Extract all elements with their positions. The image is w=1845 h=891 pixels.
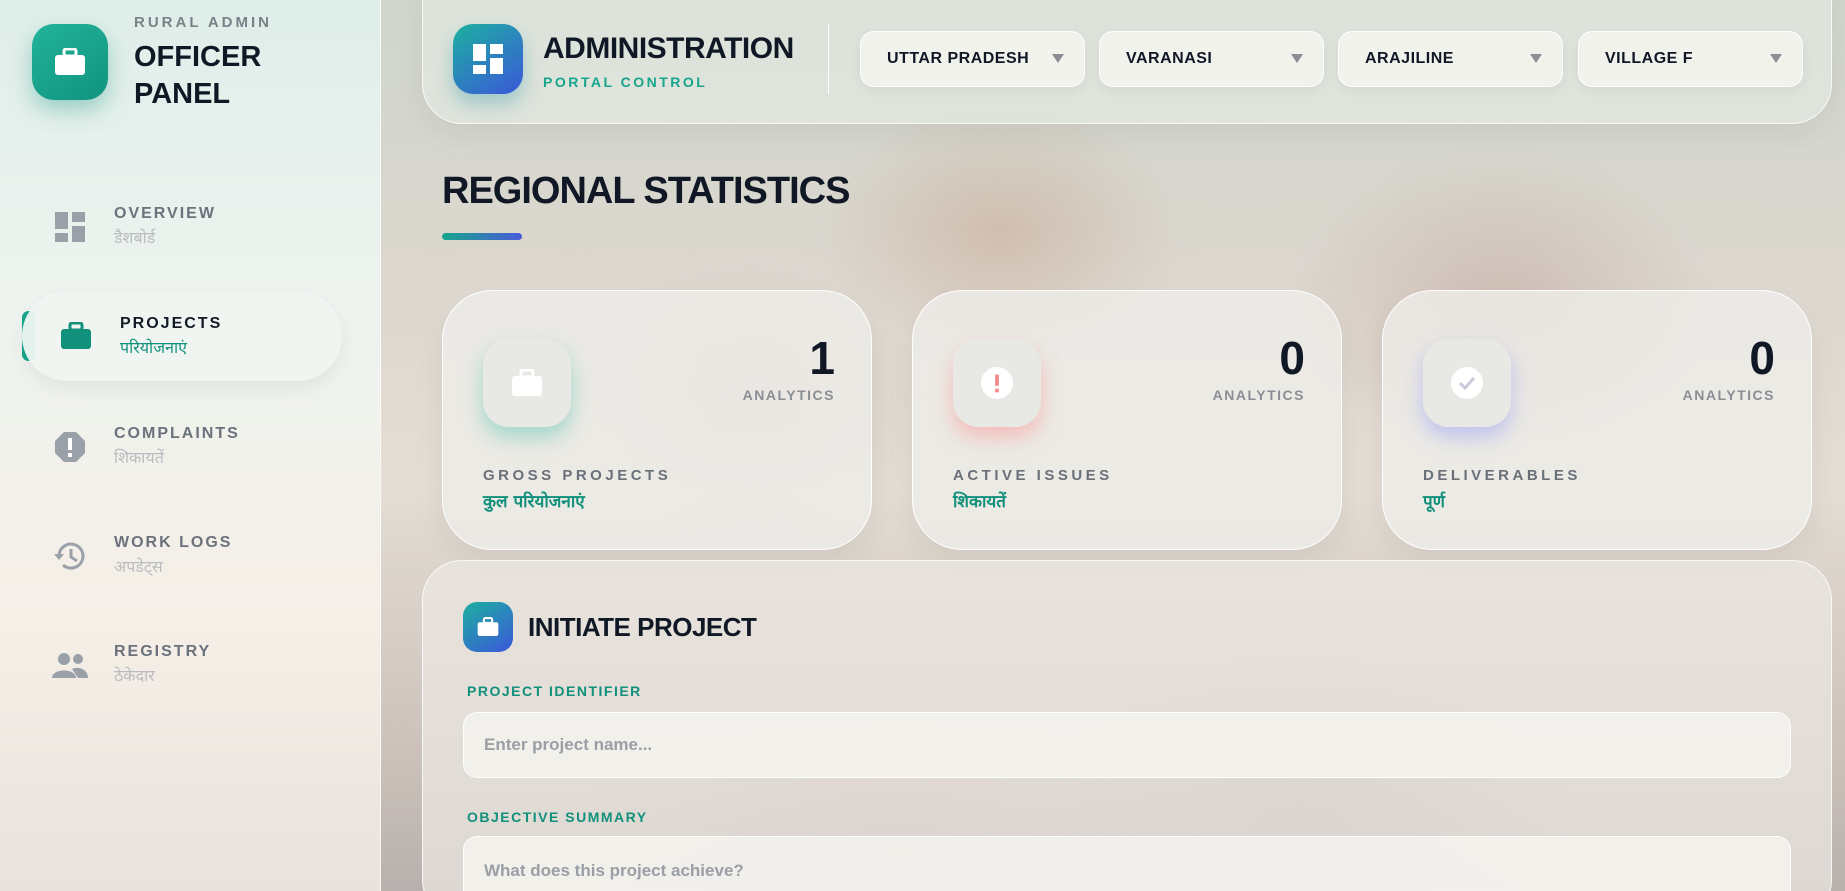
stat-caption: ANALYTICS	[1682, 387, 1775, 403]
stat-hindi: पूर्ण	[1423, 492, 1445, 512]
sidebar-item-label: OVERVIEW	[114, 205, 216, 222]
sidebar-item-registry[interactable]: REGISTRY ठेकेदार	[50, 643, 211, 686]
sidebar-item-overview[interactable]: OVERVIEW डैशबोर्ड	[50, 205, 216, 248]
village-select-value: VILLAGE F	[1605, 50, 1694, 67]
form-title: INITIATE PROJECT	[528, 612, 757, 642]
sidebar-item-hindi: ठेकेदार	[114, 666, 155, 685]
check-icon	[1423, 339, 1511, 427]
people-icon	[50, 645, 90, 685]
alert-icon	[953, 339, 1041, 427]
chevron-down-icon	[1052, 54, 1064, 63]
stat-value: 1	[809, 332, 835, 384]
header-subtitle: PORTAL CONTROL	[543, 74, 708, 90]
stat-hindi: कुल परियोजनाएं	[483, 492, 585, 512]
village-select[interactable]: VILLAGE F	[1578, 31, 1803, 87]
objective-summary-label: OBJECTIVE SUMMARY	[467, 809, 648, 825]
sidebar-item-work-logs[interactable]: WORK LOGS अपडेट्स	[50, 534, 232, 577]
project-name-input[interactable]: Enter project name...	[463, 712, 1791, 778]
block-select[interactable]: ARAJILINE	[1338, 31, 1563, 87]
history-icon	[50, 536, 90, 576]
stat-card-issues[interactable]: 0 ANALYTICS ACTIVE ISSUES शिकायतें	[912, 290, 1342, 550]
dashboard-icon	[453, 24, 523, 94]
sidebar-item-hindi: डैशबोर्ड	[114, 228, 156, 247]
stat-value: 0	[1279, 332, 1305, 384]
sidebar-item-label: REGISTRY	[114, 643, 212, 660]
sidebar-item-label: COMPLAINTS	[114, 425, 240, 442]
project-name-placeholder: Enter project name...	[484, 735, 653, 754]
section-underline	[442, 233, 522, 240]
sidebar-item-hindi: शिकायतें	[114, 448, 164, 467]
stat-value: 0	[1749, 332, 1775, 384]
sidebar-item-hindi: परियोजनाएं	[120, 337, 187, 357]
dashboard-icon	[50, 207, 90, 247]
sidebar-item-label: WORK LOGS	[114, 534, 233, 551]
stat-card-projects[interactable]: 1 ANALYTICS GROSS PROJECTS कुल परियोजनाए…	[442, 290, 872, 550]
chevron-down-icon	[1770, 54, 1782, 63]
briefcase-icon	[483, 339, 571, 427]
district-select-value: VARANASI	[1126, 50, 1213, 67]
sidebar-item-label: PROJECTS	[120, 314, 223, 332]
briefcase-icon	[463, 602, 513, 652]
sidebar-item-complaints[interactable]: COMPLAINTS शिकायतें	[50, 425, 240, 468]
state-select[interactable]: UTTAR PRADESH	[860, 31, 1085, 87]
state-select-value: UTTAR PRADESH	[887, 50, 1030, 67]
brand: RURAL ADMIN OFFICER PANEL	[32, 14, 274, 113]
objective-summary-input[interactable]: What does this project achieve?	[463, 836, 1791, 891]
stat-card-deliverables[interactable]: 0 ANALYTICS DELIVERABLES पूर्ण	[1382, 290, 1812, 550]
section-title: REGIONAL STATISTICS	[442, 170, 850, 212]
stat-hindi: शिकायतें	[953, 492, 1006, 512]
sidebar-item-hindi: अपडेट्स	[114, 557, 163, 576]
sidebar: RURAL ADMIN OFFICER PANEL OVERVIEW डैशबो…	[0, 0, 381, 891]
header-divider	[828, 24, 829, 94]
sidebar-item-projects[interactable]: PROJECTS परियोजनाएं	[22, 291, 342, 381]
header-title: ADMINISTRATION	[543, 32, 794, 65]
stat-label: GROSS PROJECTS	[483, 467, 672, 484]
chevron-down-icon	[1530, 54, 1542, 63]
stat-label: ACTIVE ISSUES	[953, 467, 1113, 484]
brand-subtitle: RURAL ADMIN	[134, 14, 272, 31]
stat-caption: ANALYTICS	[1212, 387, 1305, 403]
block-select-value: ARAJILINE	[1365, 50, 1454, 67]
district-select[interactable]: VARANASI	[1099, 31, 1324, 87]
briefcase-icon	[32, 24, 108, 100]
project-identifier-label: PROJECT IDENTIFIER	[467, 683, 642, 699]
alert-icon	[50, 427, 90, 467]
chevron-down-icon	[1291, 54, 1303, 63]
brand-title: OFFICER PANEL	[134, 41, 262, 110]
objective-summary-placeholder: What does this project achieve?	[484, 861, 744, 880]
stat-caption: ANALYTICS	[742, 387, 835, 403]
briefcase-icon	[56, 316, 96, 356]
stat-label: DELIVERABLES	[1423, 467, 1581, 484]
